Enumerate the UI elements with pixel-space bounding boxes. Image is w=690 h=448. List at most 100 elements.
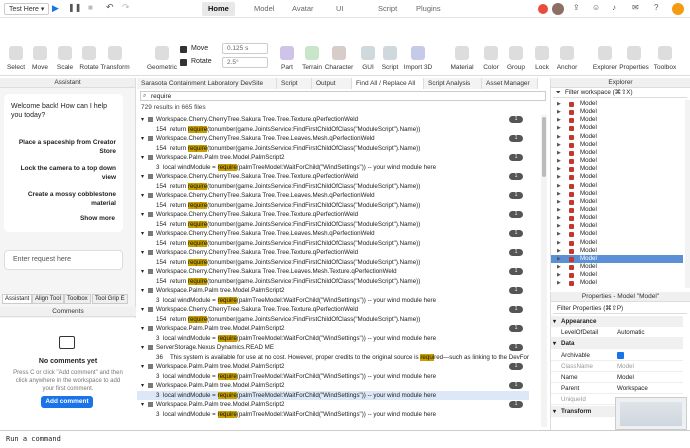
chevron-down-icon[interactable]: ▾ bbox=[141, 229, 144, 238]
chevron-down-icon[interactable]: ▾ bbox=[141, 267, 144, 276]
undo-icon[interactable]: ↶ bbox=[106, 2, 114, 13]
chevron-down-icon[interactable]: ▾ bbox=[553, 316, 556, 327]
main-tab-home[interactable]: Home bbox=[202, 2, 235, 16]
archivable-checkbox[interactable] bbox=[617, 351, 624, 359]
table-row[interactable]: 3 local windModule = require(palmTreeMode… bbox=[137, 163, 529, 172]
stop-icon[interactable]: ■ bbox=[88, 3, 93, 12]
assistant-tab-2[interactable]: Toolbox bbox=[64, 294, 91, 304]
table-row[interactable]: 3 local windModule = require(palmTreeMode… bbox=[137, 334, 529, 343]
table-row[interactable]: 36 This system is available for use at no… bbox=[137, 353, 529, 362]
chevron-down-icon[interactable]: ▾ bbox=[141, 191, 144, 200]
table-row[interactable]: 154 return require(tonumber(game.JointsSe… bbox=[137, 182, 529, 191]
table-row[interactable]: 154 return require(tonumber(game.JointsSe… bbox=[137, 220, 529, 229]
property-row[interactable]: LevelOfDetail Automatic bbox=[551, 327, 683, 339]
command-input[interactable]: Run a command bbox=[6, 432, 61, 446]
show-more-link[interactable]: Show more bbox=[80, 215, 115, 222]
main-tab-ui[interactable]: UI bbox=[330, 2, 350, 16]
tool-material[interactable]: Material bbox=[446, 46, 478, 71]
table-row[interactable]: ▾ ServerStorage.Nexus Dynamics.READ ME 1 bbox=[137, 343, 529, 352]
properties-filter-input[interactable]: Filter Properties (⌘⇧P) bbox=[553, 303, 687, 314]
user-avatar[interactable] bbox=[672, 3, 684, 15]
tool-geometric[interactable]: Geometric bbox=[146, 46, 178, 71]
add-comment-button[interactable]: Add comment bbox=[41, 396, 93, 408]
table-row[interactable]: ▾ Workspace.Cherry.CherryTree.Sakura Tree… bbox=[137, 267, 529, 276]
chat-icon[interactable]: ✉ bbox=[632, 3, 639, 12]
command-bar[interactable]: Run a command bbox=[0, 430, 690, 448]
rotate-snap-input[interactable]: 2.5° bbox=[222, 57, 268, 68]
redo-icon[interactable]: ↷ bbox=[122, 2, 130, 13]
find-search-input[interactable]: ⌕ require bbox=[140, 91, 546, 101]
explorer-filter-input[interactable]: ⏷ Filter workspace (⌘⇧X) bbox=[553, 88, 687, 98]
property-value[interactable]: Workspace bbox=[617, 383, 648, 394]
property-value[interactable]: Model bbox=[617, 372, 634, 383]
table-row[interactable]: ▾ Workspace.Palm.Palm tree.Model.PalmScri… bbox=[137, 153, 529, 162]
tool-toolbox[interactable]: Toolbox bbox=[649, 46, 681, 71]
property-row[interactable]: Name Model bbox=[551, 372, 683, 383]
table-row[interactable]: ▾ Workspace.Palm.Palm tree.Model.PalmScri… bbox=[137, 362, 529, 371]
chevron-down-icon[interactable]: ▾ bbox=[141, 305, 144, 314]
table-row[interactable]: 154 return require(tonumber(game.JointsSe… bbox=[137, 277, 529, 286]
table-row[interactable]: 154 return require(tonumber(game.JointsSe… bbox=[137, 239, 529, 248]
table-row[interactable]: 3 local windModule = require(palmTreeMode… bbox=[137, 390, 529, 400]
rotate-checkbox[interactable] bbox=[180, 59, 187, 66]
property-row[interactable]: Archivable bbox=[551, 350, 683, 361]
assistant-request-input[interactable]: Enter request here bbox=[4, 250, 123, 270]
chevron-down-icon[interactable]: ▾ bbox=[141, 248, 144, 257]
chevron-down-icon[interactable]: ▾ bbox=[553, 406, 556, 417]
table-row[interactable]: 154 return require(tonumber(game.JointsSe… bbox=[137, 258, 529, 267]
property-row[interactable]: Parent Workspace bbox=[551, 383, 683, 395]
main-tab-model[interactable]: Model bbox=[248, 2, 280, 16]
doc-tab-5[interactable]: Asset Manager bbox=[482, 78, 538, 89]
notification-icon[interactable] bbox=[538, 4, 548, 14]
share-icon[interactable]: ⇪ bbox=[573, 3, 580, 12]
main-tab-script[interactable]: Script bbox=[372, 2, 403, 16]
tool-import-3d[interactable]: Import 3D bbox=[402, 46, 434, 71]
main-tab-avatar[interactable]: Avatar bbox=[286, 2, 320, 16]
table-row[interactable]: ▾ Workspace.Cherry.CherryTree.Sakura Tree… bbox=[137, 305, 529, 314]
chevron-down-icon[interactable]: ▾ bbox=[141, 134, 144, 143]
table-row[interactable]: 154 return require(tonumber(game.JointsSe… bbox=[137, 315, 529, 324]
table-row[interactable]: 154 return require(tonumber(game.JointsSe… bbox=[137, 125, 529, 134]
doc-tab-2[interactable]: Output bbox=[312, 78, 352, 89]
tool-properties[interactable]: Properties bbox=[618, 46, 650, 71]
table-row[interactable]: ▾ Workspace.Palm.Palm tree.Model.PalmScri… bbox=[137, 286, 529, 295]
explorer-item[interactable]: ▶ Model bbox=[551, 279, 683, 288]
people-icon[interactable]: ☺ bbox=[592, 3, 600, 12]
play-icon[interactable]: ▶ bbox=[52, 3, 59, 14]
table-row[interactable]: ▾ Workspace.Cherry.CherryTree.Sakura Tree… bbox=[137, 229, 529, 238]
chevron-down-icon[interactable]: ▾ bbox=[141, 362, 144, 371]
chevron-down-icon[interactable]: ▾ bbox=[141, 286, 144, 295]
table-row[interactable]: ▾ Workspace.Palm.Palm tree.Model.PalmScri… bbox=[137, 381, 529, 390]
table-row[interactable]: ▾ Workspace.Cherry.CherryTree.Sakura Tree… bbox=[137, 115, 529, 124]
move-checkbox[interactable] bbox=[180, 46, 187, 53]
assistant-tab-3[interactable]: Tool Grip E bbox=[92, 294, 128, 304]
chevron-down-icon[interactable]: ▾ bbox=[141, 172, 144, 181]
place-select-button[interactable]: Test Here ▾ bbox=[4, 3, 50, 15]
table-row[interactable]: ▾ Workspace.Cherry.CherryTree.Sakura Tree… bbox=[137, 134, 529, 143]
table-row[interactable]: 3 local windModule = require(palmTreeMode… bbox=[137, 410, 529, 419]
property-value[interactable]: Automatic bbox=[617, 327, 645, 338]
chevron-right-icon[interactable]: ▶ bbox=[557, 279, 561, 288]
table-row[interactable]: ▾ Workspace.Cherry.CherryTree.Sakura Tree… bbox=[137, 172, 529, 181]
chevron-down-icon[interactable]: ▾ bbox=[141, 324, 144, 333]
table-row[interactable]: 3 local windModule = require(palmTreeMode… bbox=[137, 296, 529, 305]
table-row[interactable]: ▾ Workspace.Cherry.CherryTree.Sakura Tree… bbox=[137, 210, 529, 219]
bell-icon[interactable]: ♪ bbox=[612, 3, 616, 12]
chevron-down-icon[interactable]: ▾ bbox=[141, 153, 144, 162]
chevron-down-icon[interactable]: ▾ bbox=[141, 210, 144, 219]
table-row[interactable]: 3 local windModule = require(palmTreeMode… bbox=[137, 372, 529, 381]
pause-icon[interactable]: ❚❚ bbox=[68, 3, 81, 12]
assistant-tab-1[interactable]: Align Tool bbox=[32, 294, 64, 304]
doc-tab-1[interactable]: Script bbox=[277, 78, 312, 89]
table-row[interactable]: ▾ Workspace.Palm.Palm tree.Model.PalmScri… bbox=[137, 324, 529, 333]
assistant-tab-0[interactable]: Assistant bbox=[2, 294, 33, 304]
doc-tab-0[interactable]: Sarasota Containment Laboratory DevSite bbox=[137, 78, 277, 89]
table-row[interactable]: ▾ Workspace.Palm.Palm tree.Model.PalmScri… bbox=[137, 400, 529, 409]
table-row[interactable]: ▾ Workspace.Cherry.CherryTree.Sakura Tree… bbox=[137, 191, 529, 200]
tool-character[interactable]: Character bbox=[323, 46, 355, 71]
assistant-suggestion[interactable]: Lock the camera to a top down view bbox=[14, 164, 116, 182]
table-row[interactable]: ▾ Workspace.Cherry.CherryTree.Sakura Tree… bbox=[137, 248, 529, 257]
main-tab-plugins[interactable]: Plugins bbox=[410, 2, 447, 16]
chevron-down-icon[interactable]: ▾ bbox=[141, 343, 144, 352]
doc-tab-4[interactable]: Script Analysis bbox=[424, 78, 482, 89]
